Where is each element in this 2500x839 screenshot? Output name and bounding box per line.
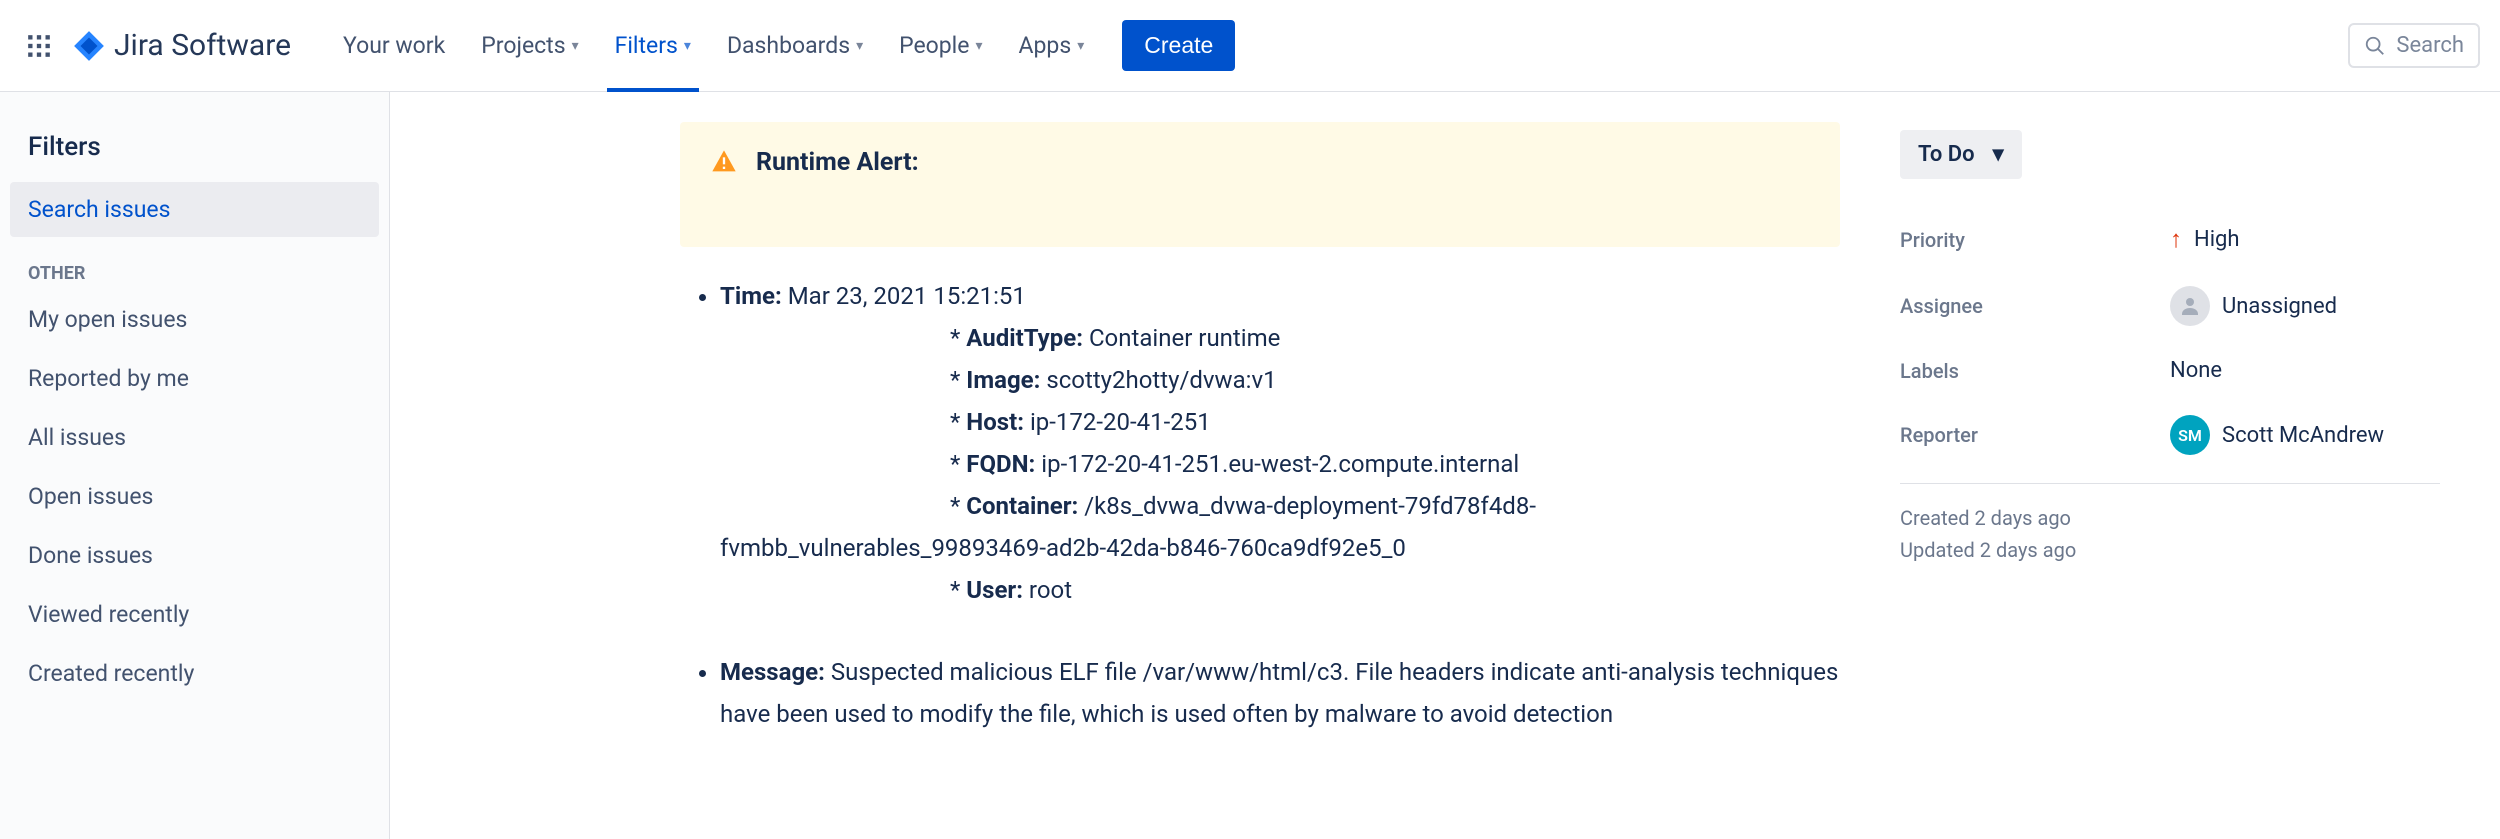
warning-icon [710, 148, 738, 176]
detail-message: Message: Suspected malicious ELF file /v… [720, 651, 1840, 735]
main-content: Runtime Alert: Time: Mar 23, 2021 15:21:… [390, 92, 2500, 839]
search-input[interactable]: Search [2348, 23, 2480, 68]
nav-item-label: Dashboards [727, 32, 850, 59]
issue-description: Runtime Alert: Time: Mar 23, 2021 15:21:… [680, 122, 1840, 809]
runtime-alert-panel: Runtime Alert: [680, 122, 1840, 247]
chevron-down-icon: ▾ [856, 38, 863, 54]
issue-side-panel: To Do ▾ Priority ↑ High Assignee Unassig… [1900, 122, 2440, 809]
sidebar-item-search-issues[interactable]: Search issues [10, 182, 379, 237]
alert-title: Runtime Alert: [756, 148, 919, 177]
avatar-unassigned-icon [2170, 286, 2210, 326]
updated-timestamp: Updated 2 days ago [1900, 534, 2440, 566]
sidebar-item-reported-by-me[interactable]: Reported by me [10, 351, 379, 406]
detail-sublines: * AuditType: Container runtime * Image: … [720, 317, 1840, 527]
chevron-down-icon: ▾ [684, 38, 691, 54]
assignee-label: Assignee [1900, 294, 2170, 318]
detail-host: * Host: ip-172-20-41-251 [950, 401, 1840, 443]
status-dropdown[interactable]: To Do ▾ [1900, 130, 2022, 179]
nav-item-label: People [899, 32, 969, 59]
sidebar: Filters Search issues OTHER My open issu… [0, 92, 390, 839]
sidebar-item-created-recently[interactable]: Created recently [10, 646, 379, 701]
assignee-row[interactable]: Assignee Unassigned [1900, 270, 2440, 342]
detail-container: * Container: /k8s_dvwa_dvwa-deployment-7… [950, 485, 1840, 527]
search-placeholder: Search [2396, 33, 2464, 58]
chevron-down-icon: ▾ [975, 38, 982, 54]
nav-dashboards[interactable]: Dashboards ▾ [709, 0, 881, 92]
assignee-value: Unassigned [2222, 294, 2337, 319]
nav-item-label: Projects [481, 32, 565, 59]
detail-audit-type: * AuditType: Container runtime [950, 317, 1840, 359]
top-nav: Jira Software Your work Projects ▾ Filte… [0, 0, 2500, 92]
alert-message-list: Message: Suspected malicious ELF file /v… [680, 651, 1840, 735]
created-timestamp: Created 2 days ago [1900, 502, 2440, 534]
sidebar-item-my-open-issues[interactable]: My open issues [10, 292, 379, 347]
message-value: Suspected malicious ELF file /var/www/ht… [720, 658, 1838, 728]
priority-label: Priority [1900, 228, 2170, 252]
nav-your-work[interactable]: Your work [325, 0, 463, 92]
divider [1900, 483, 2440, 484]
search-icon [2364, 35, 2386, 57]
labels-row[interactable]: Labels None [1900, 342, 2440, 399]
time-label: Time: [720, 282, 782, 310]
detail-user-wrap: * User: root [720, 569, 1840, 611]
priority-row[interactable]: Priority ↑ High [1900, 209, 2440, 270]
sidebar-item-all-issues[interactable]: All issues [10, 410, 379, 465]
create-button[interactable]: Create [1122, 20, 1235, 71]
chevron-down-icon: ▾ [572, 38, 579, 54]
nav-filters[interactable]: Filters ▾ [597, 0, 709, 92]
detail-time: Time: Mar 23, 2021 15:21:51 * AuditType:… [720, 275, 1840, 611]
status-label: To Do [1918, 142, 1975, 167]
jira-logo-text: Jira Software [114, 28, 291, 63]
reporter-label: Reporter [1900, 423, 2170, 447]
sidebar-item-open-issues[interactable]: Open issues [10, 469, 379, 524]
detail-image: * Image: scotty2hotty/dvwa:v1 [950, 359, 1840, 401]
avatar: SM [2170, 415, 2210, 455]
priority-value: High [2194, 227, 2240, 252]
labels-label: Labels [1900, 359, 2170, 383]
nav-people[interactable]: People ▾ [881, 0, 1000, 92]
nav-item-label: Filters [615, 32, 678, 59]
reporter-value: Scott McAndrew [2222, 423, 2384, 448]
nav-item-label: Apps [1019, 32, 1072, 59]
body: Filters Search issues OTHER My open issu… [0, 92, 2500, 839]
detail-fqdn: * FQDN: ip-172-20-41-251.eu-west-2.compu… [950, 443, 1840, 485]
sidebar-section-other: OTHER [10, 241, 379, 292]
nav-apps[interactable]: Apps ▾ [1001, 0, 1103, 92]
detail-user: * User: root [950, 569, 1840, 611]
message-label: Message: [720, 658, 825, 686]
chevron-down-icon: ▾ [1993, 142, 2004, 167]
sidebar-item-done-issues[interactable]: Done issues [10, 528, 379, 583]
nav-projects[interactable]: Projects ▾ [463, 0, 596, 92]
app-switcher-icon[interactable] [20, 27, 58, 65]
chevron-down-icon: ▾ [1077, 38, 1084, 54]
nav-items: Your work Projects ▾ Filters ▾ Dashboard… [325, 0, 1102, 92]
detail-container-cont: fvmbb_vulnerables_99893469-ad2b-42da-b84… [720, 527, 1840, 569]
sidebar-title: Filters [10, 122, 379, 182]
priority-high-icon: ↑ [2170, 225, 2182, 254]
jira-logo[interactable]: Jira Software [66, 22, 297, 69]
sidebar-item-viewed-recently[interactable]: Viewed recently [10, 587, 379, 642]
nav-item-label: Your work [343, 32, 445, 59]
jira-logo-icon [72, 29, 106, 63]
time-value: Mar 23, 2021 15:21:51 [788, 282, 1026, 310]
reporter-row[interactable]: Reporter SM Scott McAndrew [1900, 399, 2440, 471]
alert-details: Time: Mar 23, 2021 15:21:51 * AuditType:… [680, 275, 1840, 611]
labels-value: None [2170, 358, 2222, 383]
